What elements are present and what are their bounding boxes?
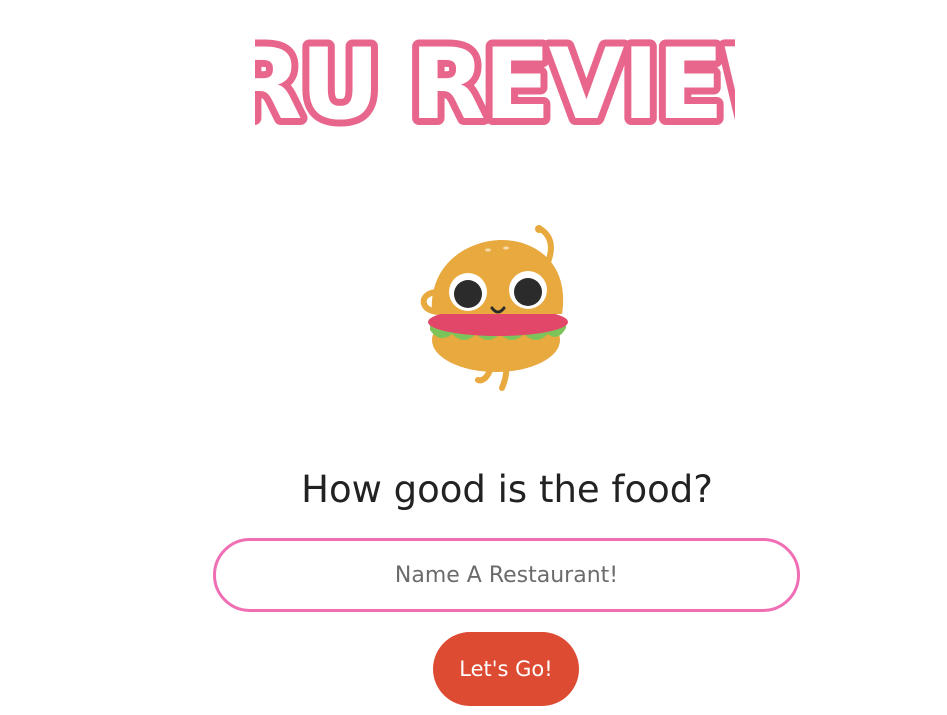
- restaurant-search-input[interactable]: [213, 538, 800, 612]
- burger-mascot-icon: [410, 222, 580, 394]
- landing-page: TRU REVIEW TRU REVIEW: [0, 0, 947, 715]
- page-heading: How good is the food?: [301, 468, 713, 511]
- lets-go-button[interactable]: Let's Go!: [433, 632, 579, 706]
- logo-text: TRU REVIEW: [255, 28, 735, 136]
- logo-graphic: TRU REVIEW TRU REVIEW: [255, 21, 735, 136]
- tru-review-logo: TRU REVIEW TRU REVIEW: [255, 18, 735, 136]
